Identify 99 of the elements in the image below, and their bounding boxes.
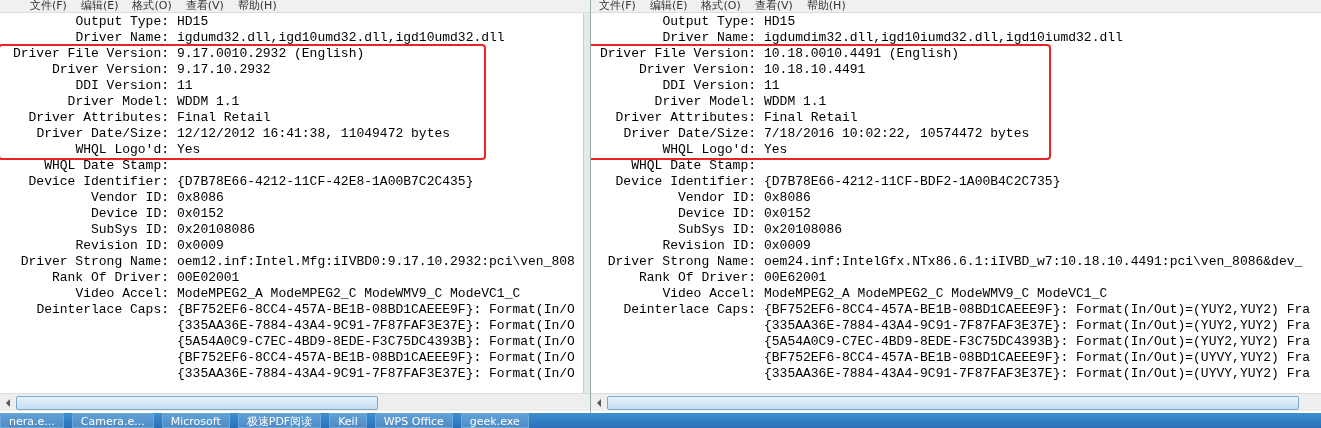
field-label: Driver File Version: bbox=[11, 46, 169, 62]
field-label: Rank Of Driver: bbox=[637, 270, 756, 286]
scrollbar-thumb[interactable] bbox=[607, 395, 1299, 410]
field-label: DDI Version: bbox=[661, 78, 756, 94]
field-value: 0x0152 bbox=[764, 206, 811, 222]
field-label: Deinterlace Caps: bbox=[35, 302, 169, 319]
field-value: 00E62001 bbox=[764, 270, 827, 286]
field-label: Driver Name: bbox=[74, 30, 169, 46]
field-label: Driver Version: bbox=[637, 62, 756, 78]
field-value: Final Retail bbox=[764, 110, 858, 126]
field-label: Device Identifier: bbox=[27, 174, 169, 190]
field-value: {5A54A0C9-C7EC-4BD9-8EDE-F3C75DC4393B}: Format(In/Out)=(YUY2,YUY2) Fra bbox=[764, 334, 1311, 350]
field-label: Video Accel: bbox=[74, 286, 169, 302]
vertical-scrollbar[interactable] bbox=[583, 13, 590, 393]
field-value: 7/18/2016 10:02:22, 10574472 bytes bbox=[764, 126, 1030, 142]
field-value: {5A54A0C9-C7EC-4BD9-8EDE-F3C75DC4393B}: Format(In/O bbox=[177, 334, 575, 350]
field-label: Vendor ID: bbox=[677, 190, 756, 206]
field-label: Driver Strong Name: bbox=[19, 254, 169, 270]
field-value: Yes bbox=[764, 142, 788, 158]
field-value: 0x0152 bbox=[177, 206, 224, 222]
field-label: Output Type: bbox=[661, 14, 756, 30]
field-label: Device Identifier: bbox=[614, 174, 756, 190]
field-label: Device ID: bbox=[677, 206, 756, 222]
field-value: 10.18.10.4491 bbox=[764, 62, 866, 78]
field-value: 0x8086 bbox=[764, 190, 811, 206]
field-label: Output Type: bbox=[74, 14, 169, 30]
field-value: 10.18.0010.4491 (English) bbox=[764, 46, 960, 62]
field-value: 11 bbox=[764, 78, 780, 94]
field-value: igdumd32.dll,igd10umd32.dll,igd10umd32.dll bbox=[177, 30, 505, 46]
field-value: oem12.inf:Intel.Mfg:iIVBD0:9.17.10.2932:pci\ven_808 bbox=[177, 254, 575, 270]
field-value: 0x20108086 bbox=[177, 222, 255, 238]
field-value: {335AA36E-7884-43A4-9C91-7F87FAF3E37E}: Format(In/Out)=(YUY2,YUY2) Fra bbox=[764, 318, 1311, 334]
field-label: Video Accel: bbox=[661, 286, 756, 302]
field-label: Driver Attributes: bbox=[27, 110, 169, 126]
field-label: Driver Date/Size: bbox=[35, 126, 169, 142]
field-value: {BF752EF6-8CC4-457A-BE1B-08BD1CAEEE9F}: Format(In/Out)=(YUY2,YUY2) Fra bbox=[764, 302, 1311, 318]
field-value: 0x0009 bbox=[177, 238, 224, 254]
menu-item[interactable]: 文件(F) bbox=[599, 0, 636, 12]
field-value: HD15 bbox=[764, 14, 796, 30]
menu-item[interactable]: 文件(F) bbox=[30, 0, 67, 12]
field-value: {BF752EF6-8CC4-457A-BE1B-08BD1CAEEE9F}: Format(In/Out)=(UYVY,YUY2) Fra bbox=[764, 350, 1311, 366]
field-label: Driver File Version: bbox=[598, 46, 756, 62]
field-label: Vendor ID: bbox=[90, 190, 169, 206]
field-value: {335AA36E-7884-43A4-9C91-7F87FAF3E37E}: Format(In/O bbox=[177, 366, 575, 382]
menu-item[interactable]: 查看(V) bbox=[185, 0, 224, 12]
field-label: SubSys ID: bbox=[677, 222, 756, 238]
field-label: Driver Model: bbox=[66, 94, 169, 110]
field-label: WHQL Date Stamp: bbox=[43, 158, 169, 174]
field-value: WDDM 1.1 bbox=[764, 94, 827, 110]
field-label: WHQL Logo'd: bbox=[74, 142, 169, 158]
scrollbar-thumb[interactable] bbox=[16, 395, 378, 410]
menu-item[interactable]: 查看(V) bbox=[754, 0, 793, 12]
horizontal-scrollbar[interactable] bbox=[591, 393, 1321, 411]
field-value: {BF752EF6-8CC4-457A-BE1B-08BD1CAEEE9F}: Format(In/O bbox=[177, 350, 575, 366]
horizontal-scrollbar[interactable] bbox=[0, 393, 590, 411]
field-label: WHQL Logo'd: bbox=[661, 142, 756, 158]
field-value: {335AA36E-7884-43A4-9C91-7F87FAF3E37E}: Format(In/O bbox=[177, 318, 575, 334]
field-label: SubSys ID: bbox=[90, 222, 169, 238]
field-label: Rank Of Driver: bbox=[50, 270, 169, 286]
field-value: 00E02001 bbox=[177, 270, 240, 286]
field-label: Driver Name: bbox=[661, 30, 756, 46]
field-label: Driver Strong Name: bbox=[606, 254, 756, 270]
field-value: ModeMPEG2_A ModeMPEG2_C ModeWMV9_C ModeVC1_C bbox=[764, 286, 1108, 302]
menu-item[interactable]: 编辑(E) bbox=[80, 0, 119, 12]
field-value: {D7B78E66-4212-11CF-BDF2-1A00B4C2C735} bbox=[764, 174, 1061, 190]
field-label: Deinterlace Caps: bbox=[622, 302, 756, 319]
menu-item[interactable]: 帮助(H) bbox=[237, 0, 277, 12]
field-label: Revision ID: bbox=[74, 238, 169, 254]
field-label: Device ID: bbox=[90, 206, 169, 222]
field-value: WDDM 1.1 bbox=[177, 94, 240, 110]
field-value: 12/12/2012 16:41:38, 11049472 bytes bbox=[177, 126, 451, 142]
field-value: Yes bbox=[177, 142, 201, 158]
field-value: 0x8086 bbox=[177, 190, 224, 206]
field-label: Revision ID: bbox=[661, 238, 756, 254]
menu-item[interactable]: 编辑(E) bbox=[649, 0, 688, 12]
field-value: {335AA36E-7884-43A4-9C91-7F87FAF3E37E}: Format(In/Out)=(UYVY,YUY2) Fra bbox=[764, 366, 1311, 382]
menu-item[interactable]: 格式(O) bbox=[701, 0, 741, 12]
field-value: igdumdim32.dll,igd10iumd32.dll,igd10iumd32.dll bbox=[764, 30, 1123, 46]
field-value: oem24.inf:IntelGfx.NTx86.6.1:iIVBD_w7:10.18.10.4491:pci\ven_8086&dev_ bbox=[764, 254, 1303, 270]
scroll-left-icon[interactable] bbox=[4, 398, 12, 407]
field-value: {D7B78E66-4212-11CF-42E8-1A00B7C2C435} bbox=[177, 174, 474, 190]
field-label: DDI Version: bbox=[74, 78, 169, 94]
menu-item[interactable]: 帮助(H) bbox=[806, 0, 846, 12]
field-value: ModeMPEG2_A ModeMPEG2_C ModeWMV9_C ModeVC1_C bbox=[177, 286, 521, 302]
field-label: WHQL Date Stamp: bbox=[630, 158, 756, 174]
field-label: Driver Version: bbox=[50, 62, 169, 78]
field-value: 0x0009 bbox=[764, 238, 811, 254]
field-label: Driver Attributes: bbox=[614, 110, 756, 126]
field-value: 9.17.0010.2932 (English) bbox=[177, 46, 365, 62]
field-label: Driver Model: bbox=[653, 94, 756, 110]
field-value: {BF752EF6-8CC4-457A-BE1B-08BD1CAEEE9F}: Format(In/O bbox=[177, 302, 575, 318]
field-value: 11 bbox=[177, 78, 193, 94]
field-value: HD15 bbox=[177, 14, 209, 30]
field-value: Final Retail bbox=[177, 110, 271, 126]
field-value: 9.17.10.2932 bbox=[177, 62, 271, 78]
scroll-left-icon[interactable] bbox=[595, 398, 603, 407]
field-value: 0x20108086 bbox=[764, 222, 842, 238]
field-label: Driver Date/Size: bbox=[622, 126, 756, 142]
menu-item[interactable]: 格式(O) bbox=[132, 0, 172, 12]
